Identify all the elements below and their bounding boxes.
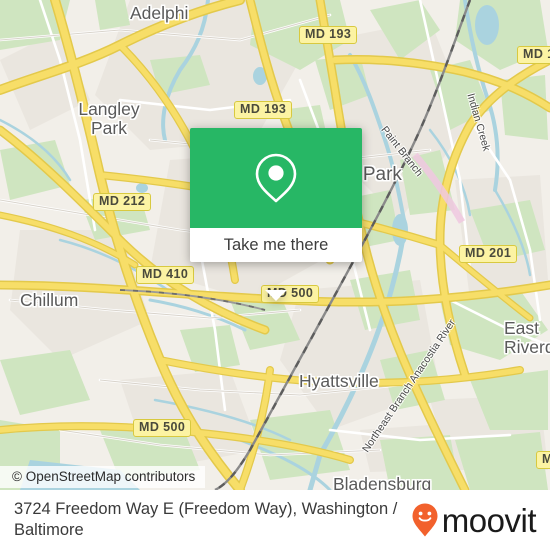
moovit-pin-logo-icon [412,503,438,537]
map-pin-icon [255,153,297,203]
popup-pointer-tail [265,290,287,301]
route-shield-md-19-edge: MD 19 [517,46,550,64]
route-shield-md-500-south: MD 500 [133,419,192,437]
route-shield-md-193-west: MD 193 [234,101,293,119]
moovit-wordmark: moovit [441,501,537,539]
route-shield-md-212: MD 212 [93,193,152,211]
popup-header [190,128,362,228]
route-shield-edge-partial: M [536,451,550,469]
route-shield-md-193-north: MD 193 [299,26,358,44]
take-me-there-label: Take me there [223,235,329,254]
moovit-map-screen: Adelphi Langley Park Chillum e Park Hyatt… [0,0,550,550]
moovit-brand[interactable]: moovit [411,501,537,539]
address-label: 3724 Freedom Way E (Freedom Way), Washin… [14,500,398,539]
route-shield-md-201: MD 201 [459,245,518,263]
route-shield-md-410: MD 410 [136,266,195,284]
footer-bar: 3724 Freedom Way E (Freedom Way), Washin… [0,490,550,550]
map-attribution[interactable]: © OpenStreetMap contributors [0,466,206,488]
location-popup-card[interactable]: Take me there [190,128,362,301]
popup-action-row[interactable]: Take me there [190,228,362,262]
